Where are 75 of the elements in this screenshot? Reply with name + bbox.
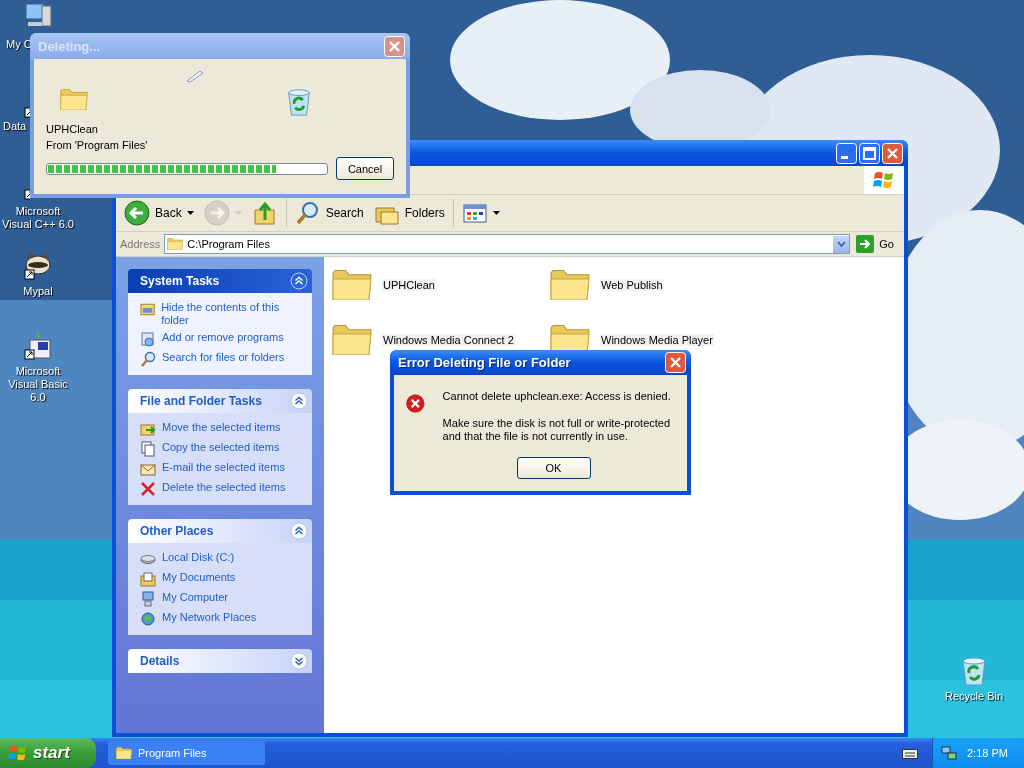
desktop-icon-label[interactable]: Microsoft Visual C++ 6.0 bbox=[0, 205, 76, 231]
error-message: Cannot delete uphclean.exe: Access is denied. bbox=[442, 390, 672, 403]
hide-icon bbox=[140, 301, 156, 317]
desktop-icon-label[interactable]: Microsoft Visual Basic 6.0 bbox=[0, 365, 76, 404]
desktop-icon-label[interactable]: Data bbox=[3, 120, 27, 132]
task-link[interactable]: My Network Places bbox=[162, 611, 257, 624]
move-icon bbox=[140, 421, 156, 437]
folder-label[interactable]: UPHClean bbox=[382, 278, 436, 291]
shortcut-icon[interactable] bbox=[22, 88, 30, 120]
caret-icon[interactable] bbox=[186, 211, 194, 215]
task-link[interactable]: Add or remove programs bbox=[162, 331, 284, 344]
email-icon bbox=[140, 461, 156, 477]
folder-icon bbox=[167, 238, 184, 250]
panel-header[interactable]: Other Places bbox=[128, 519, 312, 543]
chevron-icon[interactable] bbox=[290, 652, 308, 670]
minimize-button[interactable] bbox=[836, 142, 857, 164]
go-button[interactable]: Go bbox=[854, 231, 900, 257]
folder-icon bbox=[116, 747, 132, 759]
folder-label[interactable]: Windows Media Player bbox=[600, 333, 714, 346]
search-icon bbox=[140, 351, 156, 367]
search-icon bbox=[294, 200, 321, 226]
folder-icon bbox=[550, 269, 590, 300]
paper-icon bbox=[186, 69, 204, 83]
ok-button[interactable]: OK bbox=[516, 457, 591, 479]
folder-icon bbox=[60, 89, 88, 110]
back-button[interactable]: Back bbox=[122, 200, 196, 226]
desktop-icon-label[interactable]: Mypal bbox=[23, 285, 53, 298]
folder-label[interactable]: Web Publish bbox=[600, 278, 664, 291]
file-name: UPHClean bbox=[46, 122, 99, 137]
address-label: Address bbox=[120, 238, 161, 250]
clock: 2:18 PM bbox=[967, 747, 1008, 759]
up-folder-icon bbox=[251, 200, 278, 226]
folder-icon bbox=[332, 269, 372, 300]
delete-icon bbox=[140, 481, 156, 497]
network-icon[interactable] bbox=[941, 745, 957, 761]
panel-header[interactable]: Details bbox=[128, 649, 312, 673]
source-folder-text: From 'Program Files' bbox=[46, 138, 149, 153]
task-link[interactable]: Hide the contents of this folder bbox=[161, 301, 302, 327]
task-link[interactable]: Move the selected items bbox=[162, 421, 281, 434]
start-button[interactable]: start bbox=[0, 738, 96, 768]
task-link[interactable]: Search for files or folders bbox=[162, 351, 285, 364]
programs-icon bbox=[140, 331, 156, 347]
flag-icon bbox=[8, 744, 28, 762]
network-icon bbox=[140, 611, 156, 627]
error-detail: Make sure the disk is not full or write-protected and that the file is not currently in use. bbox=[442, 417, 672, 443]
chevron-icon[interactable] bbox=[290, 272, 308, 290]
panel-header[interactable]: File and Folder Tasks bbox=[128, 389, 312, 413]
address-field[interactable]: C:\Program Files bbox=[164, 234, 851, 254]
panel-header[interactable]: System Tasks bbox=[128, 269, 312, 293]
task-link[interactable]: My Computer bbox=[162, 591, 229, 604]
copy-icon bbox=[140, 441, 156, 457]
keyboard-icon[interactable] bbox=[902, 747, 918, 759]
folder-label[interactable]: Windows Media Connect 2 bbox=[382, 333, 515, 346]
dialog-title: Error Deleting File or Folder bbox=[398, 355, 571, 370]
task-link[interactable]: My Documents bbox=[162, 571, 236, 584]
chevron-icon[interactable] bbox=[290, 392, 308, 410]
caret-icon[interactable] bbox=[492, 211, 500, 215]
shortcut-icon[interactable] bbox=[22, 330, 54, 362]
chevron-icon[interactable] bbox=[290, 522, 308, 540]
flag-logo-icon bbox=[873, 170, 895, 190]
search-button[interactable]: Search bbox=[292, 200, 366, 226]
task-link[interactable]: Local Disk (C:) bbox=[162, 551, 235, 564]
task-link[interactable]: E-mail the selected items bbox=[162, 461, 285, 474]
task-link[interactable]: Copy the selected items bbox=[162, 441, 280, 454]
computer-icon bbox=[140, 591, 156, 607]
close-button[interactable] bbox=[882, 142, 903, 164]
folders-button[interactable]: Folders bbox=[371, 200, 447, 226]
raccoon-icon[interactable] bbox=[22, 250, 54, 282]
documents-icon bbox=[140, 571, 156, 587]
dialog-title: Deleting... bbox=[38, 38, 101, 54]
close-button[interactable] bbox=[665, 352, 686, 373]
task-link[interactable]: Delete the selected items bbox=[162, 481, 286, 494]
maximize-button[interactable] bbox=[859, 142, 880, 164]
taskbar-button[interactable]: Program Files bbox=[108, 741, 265, 765]
folder-icon bbox=[332, 324, 372, 355]
